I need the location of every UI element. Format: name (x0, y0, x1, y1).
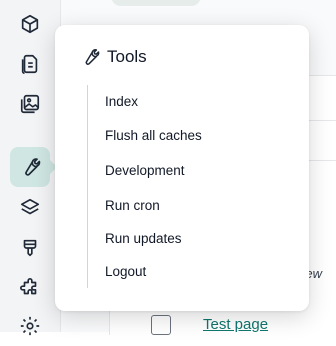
sidebar-item-layers[interactable] (10, 188, 50, 228)
sidebar-item-extensions[interactable] (10, 268, 50, 308)
menu-item-run-updates[interactable]: Run updates (105, 231, 182, 246)
paint-brush-icon (23, 239, 37, 257)
sidebar-item-media[interactable] (10, 84, 50, 124)
puzzle-icon (20, 278, 37, 295)
layers-icon (20, 198, 40, 215)
sidebar-item-settings[interactable] (10, 306, 50, 346)
tools-popup-menu: Tools Index Flush all caches Development… (55, 25, 309, 311)
menu-item-run-cron[interactable]: Run cron (105, 198, 160, 213)
menu-rail (87, 85, 88, 288)
cube-icon (21, 14, 39, 34)
sidebar-item-tools[interactable] (10, 147, 57, 187)
images-icon (20, 94, 40, 114)
menu-item-development[interactable]: Development (105, 163, 185, 178)
row-checkbox[interactable] (151, 315, 171, 335)
wrench-icon (85, 49, 100, 65)
gear-icon (20, 316, 40, 336)
sidebar-item-appearance[interactable] (10, 228, 50, 268)
sidebar (0, 0, 61, 336)
menu-item-flush-caches[interactable]: Flush all caches (105, 128, 202, 143)
documents-icon (21, 54, 38, 74)
popup-header: Tools (80, 47, 147, 67)
sidebar-item-content[interactable] (10, 4, 50, 44)
page-title-link[interactable]: Test page (203, 316, 268, 333)
wrench-icon (25, 158, 41, 176)
popup-title: Tools (107, 47, 147, 66)
top-pill[interactable] (111, 0, 201, 6)
menu-item-logout[interactable]: Logout (105, 264, 146, 279)
sidebar-item-documents[interactable] (10, 44, 50, 84)
menu-item-index[interactable]: Index (105, 94, 138, 109)
